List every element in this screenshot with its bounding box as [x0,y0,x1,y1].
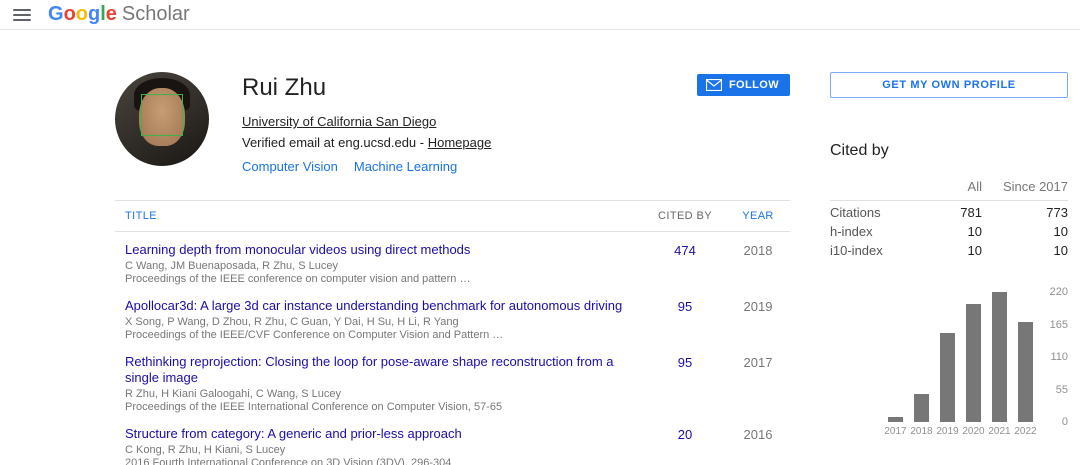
metrics-col-since: Since 2017 [982,179,1068,194]
citation-count-link[interactable]: 95 [644,298,726,342]
metric-value-since: 10 [982,224,1068,239]
chart-year-label: 2019 [936,426,958,437]
chart-bar-2018[interactable]: 2018 [914,394,929,422]
citation-count-link[interactable]: 474 [644,242,726,286]
metric-value-all: 10 [918,243,982,258]
chart-year-label: 2020 [962,426,984,437]
publications-table-header: TITLE CITED BY YEAR [115,200,790,232]
chart-ytick: 220 [1038,286,1068,298]
metric-value-since: 10 [982,243,1068,258]
paper-year: 2019 [726,298,790,342]
profile-name: Rui Zhu [242,74,491,102]
paper-venue: Proceedings of the IEEE conference on co… [125,273,644,286]
metric-label: h-index [830,224,918,239]
scholar-logo-text: Scholar [122,3,190,26]
follow-button[interactable]: FOLLOW [697,74,790,96]
title-column-header: TITLE [125,210,644,222]
right-sidebar: GET MY OWN PROFILE Cited by All Since 20… [830,72,1068,465]
chart-bar-2021[interactable]: 2021 [992,292,1007,422]
verified-email-text: Verified email at eng.ucsd.edu - [242,135,428,150]
metrics-row-citations: Citations 781 773 [830,201,1068,220]
paper-venue: Proceedings of the IEEE/CVF Conference o… [125,329,644,342]
hamburger-menu-button[interactable] [13,9,31,21]
google-logo-letter: o [64,3,76,25]
google-logo: Google [48,3,117,26]
cited-by-heading: Cited by [830,142,1068,160]
interest-machine-learning[interactable]: Machine Learning [354,159,457,174]
google-logo-letter: G [48,3,64,25]
follow-envelope-icon [706,79,722,91]
paper-year: 2017 [726,354,790,414]
chart-ytick: 0 [1038,416,1068,428]
chart-ytick: 110 [1038,351,1068,363]
chart-year-label: 2017 [884,426,906,437]
chart-bar-2019[interactable]: 2019 [940,333,955,422]
metrics-header-row: All Since 2017 [830,173,1068,201]
avatar-decoration [141,94,183,136]
interest-computer-vision[interactable]: Computer Vision [242,159,338,174]
paper-year: 2016 [726,426,790,465]
citations-chart: 201720182019202020212022 220165110550 [830,292,1068,444]
profile-info: Rui Zhu University of California San Die… [242,72,491,166]
paper-title-link[interactable]: Rethinking reprojection: Closing the loo… [125,354,644,386]
google-logo-letter: g [88,3,100,25]
google-logo-letter: o [76,3,88,25]
paper-title-link[interactable]: Learning depth from monocular videos usi… [125,242,644,258]
metric-value-all: 781 [918,205,982,220]
top-bar: Google Scholar [0,0,1080,30]
get-my-own-profile-button[interactable]: GET MY OWN PROFILE [830,72,1068,98]
homepage-link[interactable]: Homepage [428,135,492,150]
metrics-row-i10-index: i10-index 10 10 [830,239,1068,258]
google-logo-letter: e [106,3,117,25]
cited-by-sort-header[interactable]: CITED BY [644,210,726,222]
verified-email: Verified email at eng.ucsd.edu - Homepag… [242,135,491,150]
profile-photo[interactable] [115,72,209,166]
google-scholar-logo[interactable]: Google Scholar [48,3,190,26]
page-content: Rui Zhu University of California San Die… [0,30,1080,465]
table-row: Learning depth from monocular videos usi… [115,232,790,288]
chart-year-label: 2022 [1014,426,1036,437]
profile-header: Rui Zhu University of California San Die… [115,72,790,166]
paper-authors: C Wang, JM Buenaposada, R Zhu, S Lucey [125,260,644,273]
metric-label: Citations [830,205,918,220]
citation-count-link[interactable]: 95 [644,354,726,414]
table-row: Rethinking reprojection: Closing the loo… [115,344,790,416]
chart-year-label: 2021 [988,426,1010,437]
paper-venue: Proceedings of the IEEE International Co… [125,401,644,414]
chart-ytick: 165 [1038,319,1068,331]
metrics-row-h-index: h-index 10 10 [830,220,1068,239]
paper-title-link[interactable]: Structure from category: A generic and p… [125,426,644,442]
citation-metrics-table: All Since 2017 Citations 781 773 h-index… [830,173,1068,258]
chart-bar-2022[interactable]: 2022 [1018,322,1033,422]
interests: Computer Vision Machine Learning [242,159,491,174]
metric-value-since: 773 [982,205,1068,220]
paper-title-link[interactable]: Apollocar3d: A large 3d car instance und… [125,298,644,314]
table-row: Apollocar3d: A large 3d car instance und… [115,288,790,344]
chart-bar-2017[interactable]: 2017 [888,417,903,422]
metrics-col-all: All [918,179,982,194]
chart-ytick: 55 [1038,384,1068,396]
main-column: Rui Zhu University of California San Die… [115,72,790,465]
follow-button-label: FOLLOW [729,79,779,91]
paper-authors: C Kong, R Zhu, H Kiani, S Lucey [125,444,644,457]
paper-authors: R Zhu, H Kiani Galoogahi, C Wang, S Luce… [125,388,644,401]
publications-table: TITLE CITED BY YEAR Learning depth from … [115,200,790,465]
metric-label: i10-index [830,243,918,258]
paper-year: 2018 [726,242,790,286]
citation-count-link[interactable]: 20 [644,426,726,465]
metric-value-all: 10 [918,224,982,239]
year-sort-header[interactable]: YEAR [726,210,790,222]
chart-bar-2020[interactable]: 2020 [966,304,981,422]
paper-venue: 2016 Fourth International Conference on … [125,457,644,465]
paper-authors: X Song, P Wang, D Zhou, R Zhu, C Guan, Y… [125,316,644,329]
chart-year-label: 2018 [910,426,932,437]
table-row: Structure from category: A generic and p… [115,416,790,465]
citations-chart-bars: 2017 2018 2019 2020 2021 2022 [888,292,1033,422]
affiliation-link[interactable]: University of California San Diego [242,114,436,129]
